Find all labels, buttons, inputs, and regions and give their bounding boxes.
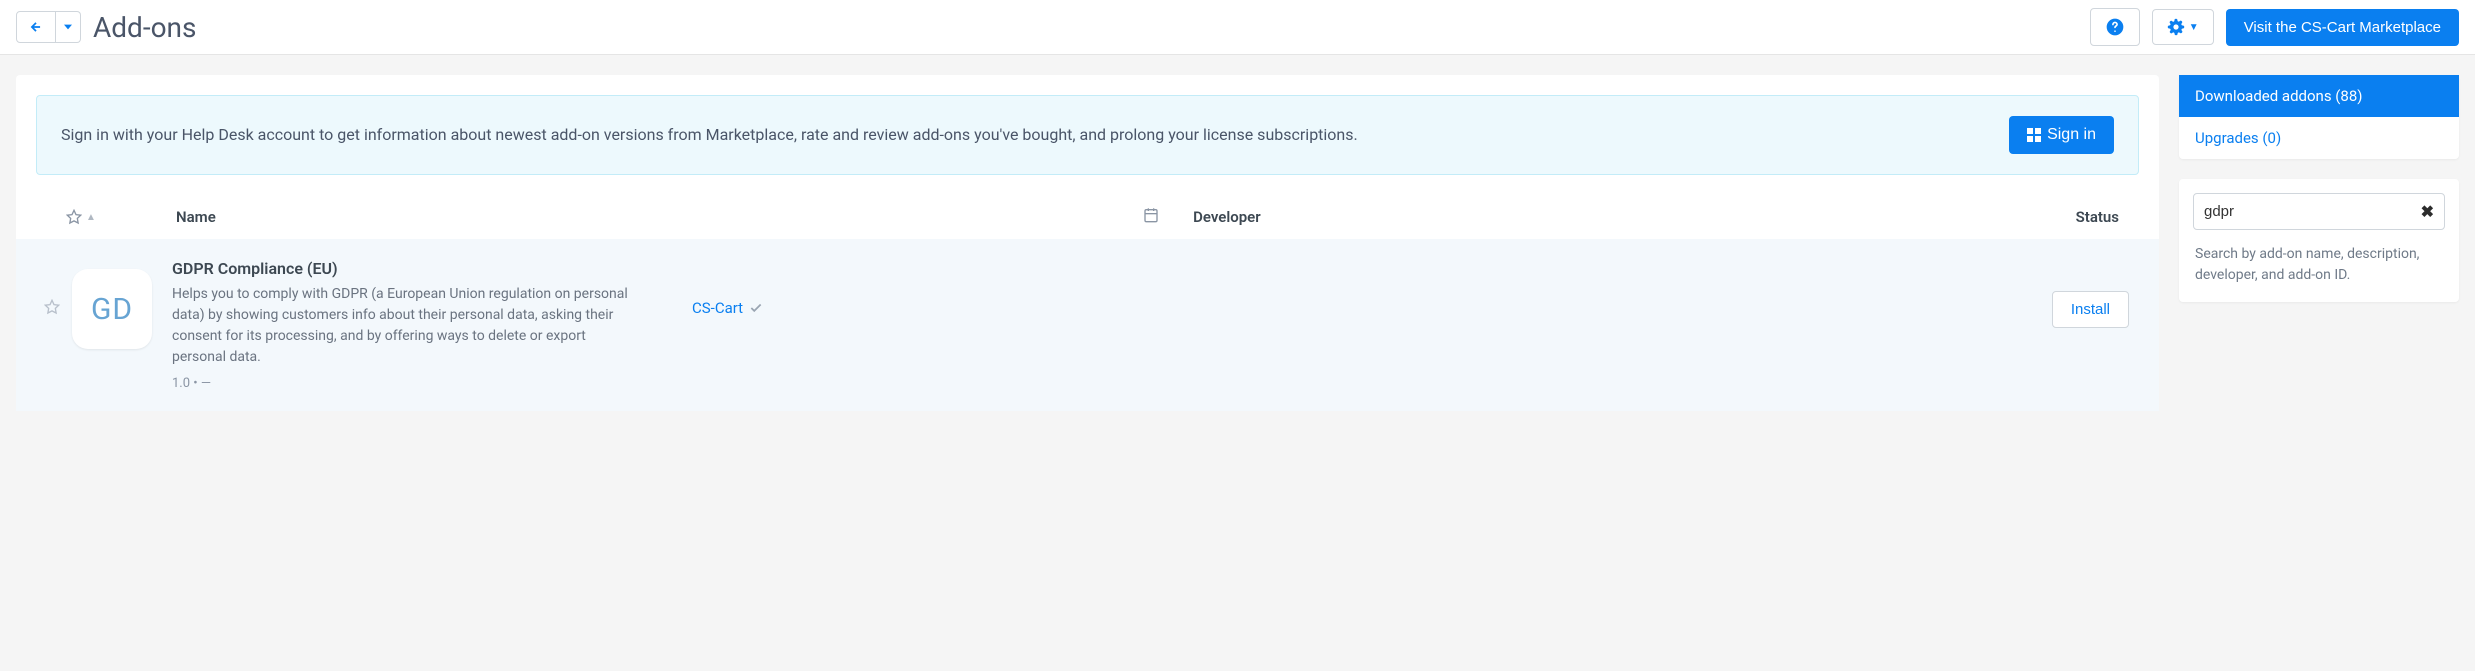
column-name[interactable]: Name (176, 208, 1143, 226)
signin-alert: Sign in with your Help Desk account to g… (36, 95, 2139, 175)
caret-down-icon (64, 23, 72, 31)
settings-dropdown-button[interactable]: ▼ (2152, 9, 2214, 45)
sidebar: Downloaded addons (88) Upgrades (0) ✖ Se… (2179, 75, 2459, 302)
sidebar-search-panel: ✖ Search by add-on name, description, de… (2179, 179, 2459, 302)
nav-btn-group (16, 11, 81, 43)
search-input[interactable] (2204, 203, 2421, 220)
signin-label: Sign in (2047, 126, 2096, 144)
addon-icon: GD (72, 269, 152, 349)
help-button[interactable] (2090, 8, 2140, 46)
main-column: Sign in with your Help Desk account to g… (16, 75, 2159, 411)
tab-upgrades[interactable]: Upgrades (0) (2179, 117, 2459, 159)
help-icon (2105, 17, 2125, 37)
addon-version: 1.0 • — (172, 376, 642, 391)
addon-name[interactable]: GDPR Compliance (EU) (172, 259, 642, 278)
marketplace-button[interactable]: Visit the CS-Cart Marketplace (2226, 9, 2459, 46)
clear-search-icon[interactable]: ✖ (2421, 202, 2434, 221)
addon-developer[interactable]: CS-Cart (692, 259, 1999, 317)
calendar-icon (1143, 207, 1159, 223)
addon-row: GD GDPR Compliance (EU) Helps you to com… (16, 239, 2159, 411)
table-header: ▲ Name Developer Status (16, 195, 2159, 239)
signin-button[interactable]: Sign in (2009, 116, 2114, 154)
arrow-left-icon (29, 20, 43, 34)
addon-info: GDPR Compliance (EU) Helps you to comply… (172, 259, 642, 391)
addon-action: Install (1999, 259, 2139, 328)
page-title: Add-ons (93, 11, 2078, 44)
star-icon (66, 209, 82, 225)
gear-icon (2167, 18, 2185, 36)
back-button[interactable] (16, 11, 56, 43)
developer-link[interactable]: CS-Cart (692, 299, 743, 317)
check-icon (749, 301, 763, 315)
column-developer[interactable]: Developer (1193, 208, 1999, 226)
main-layout: Sign in with your Help Desk account to g… (0, 55, 2475, 431)
caret-up-icon: ▲ (86, 212, 96, 223)
sidebar-tabs-panel: Downloaded addons (88) Upgrades (0) (2179, 75, 2459, 159)
column-date[interactable] (1143, 207, 1193, 227)
addon-description: Helps you to comply with GDPR (a Europea… (172, 284, 642, 368)
column-status[interactable]: Status (1999, 208, 2139, 226)
topbar: Add-ons ▼ Visit the CS-Cart Marketplace (0, 0, 2475, 55)
install-button[interactable]: Install (2052, 291, 2129, 328)
search-hint: Search by add-on name, description, deve… (2179, 244, 2459, 302)
grid-icon (2027, 128, 2041, 142)
favorite-toggle[interactable] (36, 259, 68, 315)
caret-down-icon: ▼ (2189, 22, 2199, 33)
star-outline-icon (44, 299, 60, 315)
tab-downloaded[interactable]: Downloaded addons (88) (2179, 75, 2459, 117)
alert-text: Sign in with your Help Desk account to g… (61, 122, 1989, 148)
search-box: ✖ (2193, 193, 2445, 230)
sort-favorite[interactable]: ▲ (36, 209, 176, 225)
nav-dropdown-button[interactable] (56, 11, 81, 43)
